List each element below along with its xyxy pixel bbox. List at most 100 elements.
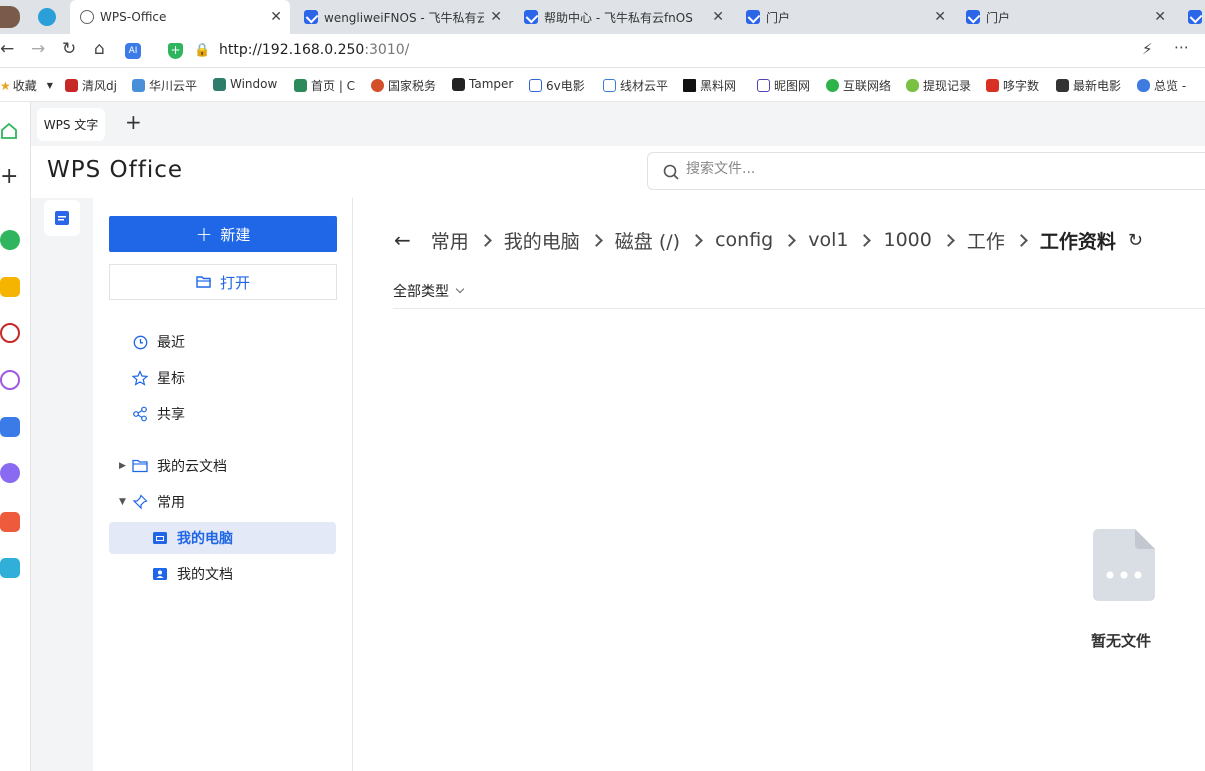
tool-app-icon[interactable] [0,558,20,578]
browser-side-rail: + [0,102,31,771]
url-rest: :3010/ [364,42,410,58]
close-icon[interactable]: ✕ [1154,9,1166,25]
bookmark-label: 国家税务 [388,79,437,93]
bookmark-item[interactable]: 黑料网 [683,77,745,94]
bookmark-item[interactable]: Window [213,77,281,91]
bookmark-item[interactable]: 哆字数 [986,77,1046,94]
browser-tab-portal-2[interactable]: 门户 ✕ [956,0,1174,34]
nav-starred[interactable]: 星标 [109,362,336,394]
nav-shared[interactable]: 共享 [109,398,336,430]
bookmark-item[interactable]: 总览 - [1137,77,1203,94]
refresh-icon[interactable]: ↻ [1128,230,1143,251]
nav-recent[interactable]: 最近 [109,326,336,358]
empty-file-icon [1093,529,1155,601]
game-controller-icon[interactable] [0,512,20,532]
chevron-right-icon [690,233,703,247]
more-icon[interactable]: ⋯ [1174,38,1189,56]
back-arrow-icon[interactable]: ← [394,228,411,252]
plus-icon: + [195,222,213,246]
bookmark-item[interactable]: 昵图网 [757,77,819,94]
browser-tab-overflow[interactable] [1178,0,1205,34]
pin-icon [131,493,149,511]
browser-tab-help[interactable]: 帮助中心 - 飞牛私有云fnOS ✕ [514,0,732,34]
home-icon[interactable] [0,122,18,140]
nav-my-docs[interactable]: 我的文档 [109,558,336,590]
bookmark-item[interactable]: 提现记录 [906,77,974,94]
writer-doc-button[interactable] [44,200,80,236]
wps-tab-strip: WPS 文字 + [31,102,1205,146]
add-tab-icon[interactable]: + [125,110,142,134]
breadcrumb-item[interactable]: 磁盘 (/) [615,227,680,254]
chat-icon [826,79,839,92]
close-icon[interactable]: ✕ [270,9,282,25]
bookmark-item[interactable]: 互联网络 [826,77,894,94]
bookmark-item[interactable]: 线材云平 [603,77,671,94]
breadcrumb-item[interactable]: 1000 [883,229,931,251]
nav-common[interactable]: 常用 [109,486,336,518]
dropdown-icon: ▼ [46,81,53,90]
bookmark-item[interactable]: 6v电影 [529,77,591,94]
type-filter-dropdown[interactable]: 全部类型 [393,281,465,301]
fnos-favicon-icon [304,10,318,24]
folder-icon [131,457,149,475]
bookmark-item[interactable]: 国家税务 [371,77,439,94]
bookmarks-bar: ★ 收藏 ▼ 清风dj 华川云平 Window 首页 | C 国家税务 Tamper… [0,68,1205,102]
bookmark-label: 清风dj [82,79,117,93]
bookmark-item[interactable]: 清风dj [65,77,123,94]
tab-title: 门户 [986,10,1011,25]
ai-app-icon[interactable] [0,417,20,437]
chevron-right-icon [1014,233,1028,247]
breadcrumb-item[interactable]: vol1 [808,229,848,251]
nav-label: 共享 [157,407,185,423]
wps-tab-writer[interactable]: WPS 文字 [37,108,105,141]
breadcrumb-item[interactable]: 常用 [431,227,469,254]
search-input[interactable] [686,161,1086,177]
close-icon[interactable]: ✕ [934,9,946,25]
nipic-icon [757,79,770,92]
breadcrumb-item[interactable]: 工作 [967,227,1005,254]
search-icon [663,164,679,180]
url-text[interactable]: http://192.168.0.250:3010/ [219,42,409,58]
computer-folder-icon [151,529,169,547]
bookmark-item[interactable]: Tamper [452,77,516,91]
plus-icon[interactable]: + [0,164,18,189]
reload-icon[interactable]: ↻ [62,39,76,59]
bookmark-item[interactable]: 首页 | C [294,77,358,94]
close-icon[interactable]: ✕ [490,9,502,25]
star-icon: ★ [0,78,11,93]
network-app-icon[interactable] [0,323,20,343]
bolt-icon[interactable]: ⚡ [1142,40,1153,58]
forward-arrow-icon[interactable]: → [31,39,45,59]
link-app-icon[interactable] [0,230,20,250]
bookmark-label: 互联网络 [843,79,892,93]
breadcrumb-item[interactable]: 我的电脑 [504,227,580,254]
search-box[interactable] [647,152,1205,190]
insecure-lock-icon[interactable]: 🔒 [194,43,210,58]
bookmark-item[interactable]: 华川云平 [132,77,200,94]
chat-bot-icon[interactable] [0,463,20,483]
shield-icon[interactable]: + [168,43,183,59]
open-button[interactable]: 打开 [109,264,337,300]
bookmark-label: 线材云平 [620,79,669,93]
nav-cloud-docs[interactable]: 我的云文档 [109,450,336,482]
browser-tab-fnos[interactable]: wengliweiFNOS - 飞牛私有云 ✕ [294,0,510,34]
bookmark-item[interactable]: 最新电影 [1056,77,1124,94]
home-icon[interactable]: ⌂ [94,39,105,59]
ai-icon[interactable]: AI [125,43,141,59]
close-icon[interactable]: ✕ [712,9,724,25]
bookmark-favorites[interactable]: ★ 收藏 ▼ [0,77,58,94]
wps-sidebar: + 新建 打开 最近 星标 共享 ▶ 我的云文档 ▼ 常用 我的电脑 我的文档 [93,198,353,771]
profile-avatar[interactable] [0,6,20,28]
fnos-favicon-icon [524,10,538,24]
browser-tab-wps[interactable]: WPS-Office ✕ [70,0,290,34]
browser-tab-portal-1[interactable]: 门户 ✕ [736,0,954,34]
star-app-icon[interactable] [0,277,20,297]
back-arrow-icon[interactable]: ← [0,39,14,59]
new-button[interactable]: + 新建 [109,216,337,252]
nav-my-computer[interactable]: 我的电脑 [109,522,336,554]
bookmark-label: 总览 - [1154,79,1187,93]
breadcrumb-item[interactable]: config [715,229,773,251]
doc-type-rail [31,198,93,771]
ai-assistant-icon[interactable] [0,370,20,390]
telegram-icon[interactable] [38,8,56,26]
